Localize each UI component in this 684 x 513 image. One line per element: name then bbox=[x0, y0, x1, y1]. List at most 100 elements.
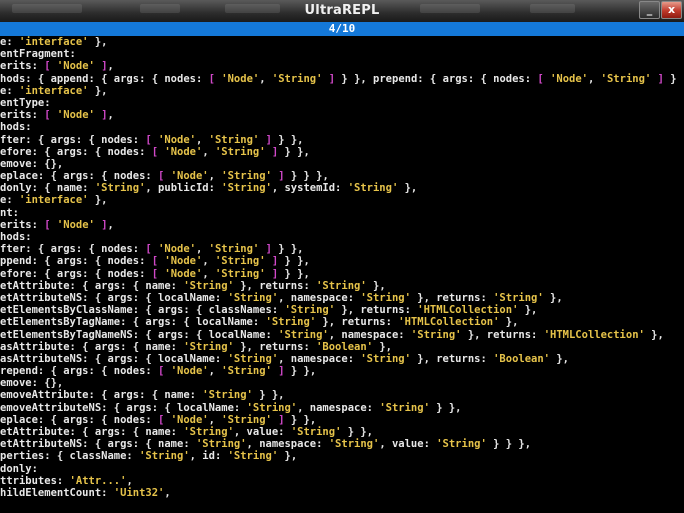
code-token: etElementsByTagNameNS: { args: { localNa… bbox=[0, 328, 279, 341]
code-token: , systemId: bbox=[271, 182, 348, 195]
code-token: hods: bbox=[0, 231, 32, 243]
code-token: fter: { args: { nodes: bbox=[0, 243, 146, 256]
code-token: asAttributeNS: { args: { localName: bbox=[0, 352, 228, 365]
string-token: 'HTMLCollection' bbox=[398, 316, 500, 329]
output-line: donly: { name: 'String', publicId: 'Stri… bbox=[0, 182, 684, 194]
code-token: hods: bbox=[0, 121, 32, 134]
output-line: entType: bbox=[0, 97, 684, 109]
code-token: , namespace: bbox=[278, 291, 361, 304]
code-token: repend: { args: { nodes: bbox=[0, 365, 159, 378]
code-token: } }, bbox=[278, 255, 310, 268]
code-token: entType: bbox=[0, 96, 51, 109]
title-bar: UltraREPL _ x bbox=[0, 0, 684, 22]
string-token: 'String' bbox=[316, 279, 367, 292]
string-token: 'Node' bbox=[221, 72, 260, 85]
code-token: }, bbox=[88, 36, 108, 48]
string-token: 'Boolean' bbox=[316, 340, 373, 353]
string-token: 'String' bbox=[221, 365, 272, 378]
string-token: 'String' bbox=[271, 72, 323, 85]
output-line: etElementsByTagNameNS: { args: { localNa… bbox=[0, 329, 684, 341]
code-token: } }, bbox=[341, 426, 373, 438]
string-token: 'String' bbox=[195, 438, 247, 451]
string-token: 'String' bbox=[208, 243, 260, 256]
output-line: etAttribute: { args: { name: 'String', v… bbox=[0, 426, 684, 438]
string-token: 'Attr...' bbox=[69, 474, 127, 487]
output-line: erits: [ 'Node' ], bbox=[0, 219, 684, 231]
code-token: emove: {}, bbox=[0, 157, 64, 170]
code-token: }, returns: bbox=[410, 352, 494, 365]
code-token: emove: {}, bbox=[0, 377, 64, 390]
string-token: 'String' bbox=[227, 450, 279, 463]
code-token: , bbox=[107, 60, 114, 73]
output-line: efore: { args: { nodes: [ 'Node', 'Strin… bbox=[0, 146, 684, 158]
window-title: UltraREPL bbox=[304, 3, 380, 18]
code-token: } }, bbox=[271, 133, 304, 146]
string-token: 'String' bbox=[493, 291, 544, 304]
code-token: } }, prepend: { args: { nodes: bbox=[335, 72, 538, 85]
output-line: etAttributeNS: { args: { localName: 'Str… bbox=[0, 292, 684, 304]
string-token: 'String' bbox=[379, 401, 430, 414]
repl-output[interactable]: e: 'interface' }, entFragment: erits: [ 'N… bbox=[0, 36, 684, 513]
output-line: hods: bbox=[0, 231, 684, 243]
code-token: perties: { className: bbox=[0, 450, 140, 463]
string-token: 'Node' bbox=[170, 170, 209, 183]
code-token: eplace: { args: { nodes: bbox=[0, 170, 159, 183]
minimize-button[interactable]: _ bbox=[639, 1, 660, 19]
code-token: , bbox=[196, 133, 209, 146]
code-token: }, returns: bbox=[410, 291, 494, 304]
output-line: efore: { args: { nodes: [ 'Node', 'Strin… bbox=[0, 268, 684, 280]
code-token: , bbox=[202, 255, 215, 268]
output-line: asAttribute: { args: { name: 'String' },… bbox=[0, 341, 684, 353]
string-token: 'String' bbox=[202, 389, 253, 402]
string-token: 'String' bbox=[227, 352, 279, 365]
code-token: erits: bbox=[0, 60, 45, 73]
code-token: , value: bbox=[233, 426, 291, 438]
string-token: 'String' bbox=[214, 267, 266, 280]
code-token: }, bbox=[373, 340, 392, 353]
string-token: 'String' bbox=[227, 291, 279, 304]
string-token: 'String' bbox=[221, 413, 272, 426]
code-token: } } }, bbox=[284, 170, 329, 183]
code-token: , publicId: bbox=[145, 182, 222, 195]
output-line: eplace: { args: { nodes: [ 'Node', 'Stri… bbox=[0, 170, 684, 182]
string-token: 'Node' bbox=[550, 72, 588, 85]
code-token: fter: { args: { nodes: bbox=[0, 133, 146, 146]
string-token: 'String' bbox=[221, 170, 272, 183]
string-token: 'interface' bbox=[18, 194, 89, 207]
code-token: }, bbox=[88, 194, 108, 207]
output-line: emoveAttributeNS: { args: { localName: '… bbox=[0, 402, 684, 414]
code-token: }, returns: bbox=[316, 316, 399, 329]
code-token: eplace: { args: { nodes: bbox=[0, 413, 159, 426]
code-token: }, bbox=[518, 304, 538, 317]
code-token: nt: bbox=[0, 206, 19, 219]
code-token: etElementsByClassName: { args: { classNa… bbox=[0, 304, 285, 317]
code-token: ttributes: bbox=[0, 474, 70, 487]
output-line: emove: {}, bbox=[0, 158, 684, 170]
code-token: , bbox=[202, 145, 215, 158]
string-token: 'String' bbox=[221, 182, 272, 195]
output-line: etElementsByTagName: { args: { localName… bbox=[0, 316, 684, 328]
code-token: }, bbox=[88, 84, 108, 97]
string-token: 'Node' bbox=[158, 133, 196, 146]
code-token: emoveAttribute: { args: { name: bbox=[0, 389, 203, 402]
code-token: , bbox=[259, 72, 272, 85]
output-line: etAttributeNS: { args: { name: 'String',… bbox=[0, 438, 684, 450]
page-indicator: 4/10 bbox=[0, 22, 684, 36]
code-token: hildElementCount: bbox=[0, 486, 114, 499]
code-token: }, bbox=[366, 279, 386, 292]
code-token: , bbox=[202, 267, 215, 280]
code-token: entFragment: bbox=[0, 48, 76, 61]
code-token: } }, bbox=[278, 267, 310, 280]
code-token: , bbox=[208, 365, 222, 378]
string-token: 'Boolean' bbox=[493, 352, 551, 365]
code-token: etAttributeNS: { args: { name: bbox=[0, 438, 196, 451]
code-token: , value: bbox=[379, 438, 437, 451]
string-token: 'String' bbox=[290, 426, 342, 438]
code-token: , namespace: bbox=[297, 401, 380, 414]
string-token: 'String' bbox=[328, 438, 380, 451]
string-token: 'Node' bbox=[56, 60, 95, 73]
close-button[interactable]: x bbox=[661, 1, 682, 19]
string-token: 'interface' bbox=[18, 36, 89, 48]
output-line: erits: [ 'Node' ], bbox=[0, 60, 684, 72]
string-token: 'String' bbox=[183, 279, 234, 292]
